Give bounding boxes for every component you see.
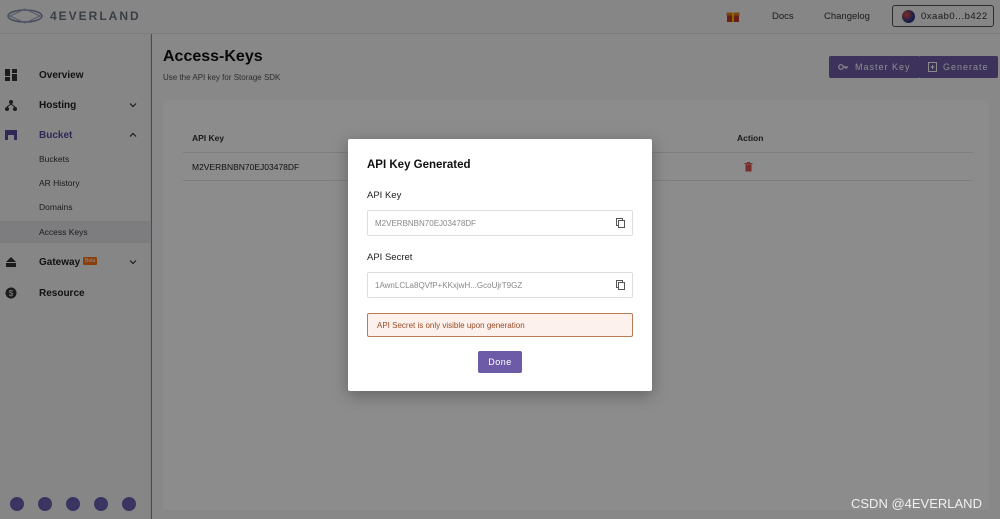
api-secret-field <box>367 272 633 298</box>
api-secret-input[interactable] <box>368 273 608 297</box>
api-secret-label: API Secret <box>367 252 413 263</box>
copy-icon[interactable] <box>616 280 625 290</box>
api-key-modal: API Key Generated API Key API Secret API… <box>348 139 652 391</box>
api-key-label: API Key <box>367 190 402 201</box>
api-key-input[interactable] <box>368 211 608 235</box>
done-button[interactable]: Done <box>478 351 522 373</box>
modal-title: API Key Generated <box>367 159 471 171</box>
watermark: CSDN @4EVERLAND <box>851 496 982 511</box>
secret-warning-notice: API Secret is only visible upon generati… <box>367 313 633 337</box>
api-key-field <box>367 210 633 236</box>
copy-icon[interactable] <box>616 218 625 228</box>
